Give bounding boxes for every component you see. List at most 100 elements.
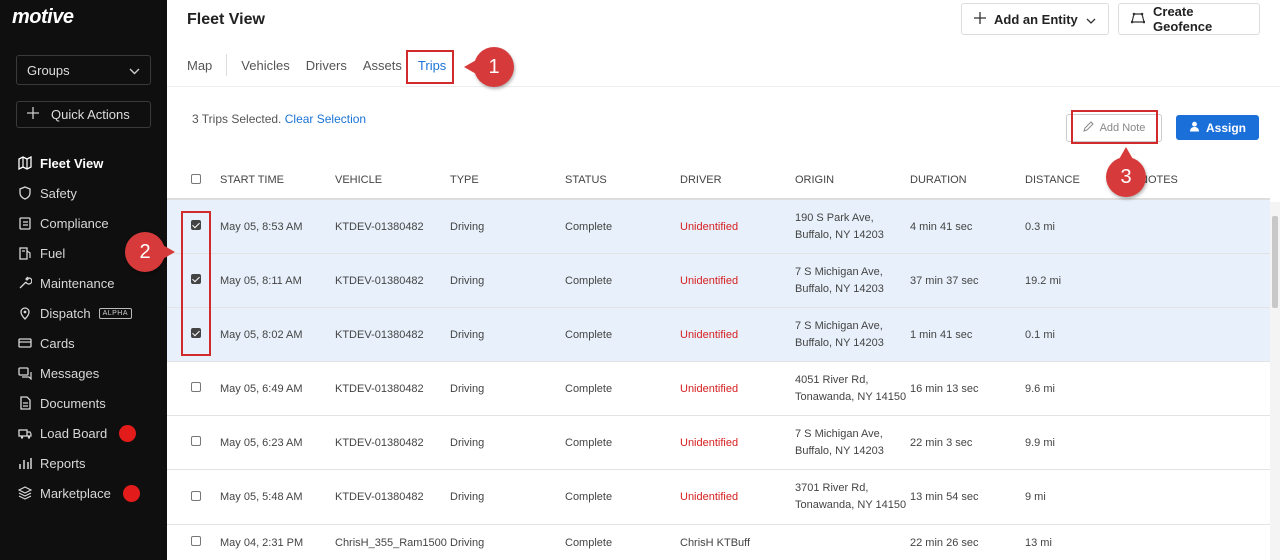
sidebar-item-maintenance[interactable]: Maintenance (0, 268, 167, 298)
column-header-status[interactable]: STATUS (565, 174, 680, 186)
vehicle-cell[interactable]: KTDEV-01380482 (335, 329, 450, 341)
assign-label: Assign (1205, 120, 1246, 135)
sidebar-item-label: Messages (40, 365, 100, 381)
column-header-vehicle[interactable]: VEHICLE (335, 174, 450, 186)
column-header-origin[interactable]: ORIGIN (795, 172, 910, 189)
column-header-duration[interactable]: DURATION (910, 174, 1025, 186)
row-checkbox[interactable] (191, 382, 201, 392)
origin-line-2: Buffalo, NY 14203 (795, 228, 884, 241)
origin-line-1: 4051 River Rd, (795, 373, 869, 386)
origin-line-1: 3701 River Rd, (795, 482, 869, 494)
origin-cell: 7 S Michigan Ave, Buffalo, NY 14203 (795, 264, 910, 298)
assign-button[interactable]: Assign (1176, 115, 1259, 140)
table-row[interactable]: May 05, 8:53 AM KTDEV-01380482 Driving Comp… (167, 200, 1270, 254)
sidebar-item-label: Marketplace (40, 485, 111, 501)
origin-line-2: Buffalo, NY 14203 (795, 444, 884, 457)
status-cell: Complete (565, 536, 613, 549)
origin-line-2: Buffalo, NY 14203 (795, 336, 884, 349)
origin-cell: 3701 River Rd, Tonawanda, NY 14150 (795, 480, 910, 514)
sidebar-item-marketplace[interactable]: Marketplace (0, 478, 167, 508)
annotation-badge-1: 1 (464, 47, 514, 87)
vehicle-cell[interactable]: KTDEV-01380482 (335, 221, 450, 233)
geofence-icon (1130, 12, 1146, 27)
add-entity-label: Add an Entity (994, 11, 1078, 27)
sidebar-item-dispatch[interactable]: Dispatch ALPHA (0, 298, 167, 328)
shield-icon (18, 186, 32, 200)
distance-cell: 9 mi (1025, 491, 1046, 503)
column-header-notes[interactable]: NOTES (1140, 174, 1255, 186)
fuel-icon (18, 246, 32, 260)
tab-drivers[interactable]: Drivers (298, 52, 355, 78)
sidebar-item-documents[interactable]: Documents (0, 388, 167, 418)
clipboard-icon (18, 216, 32, 230)
table-row[interactable]: May 05, 8:02 AM KTDEV-01380482 Driving Comp… (167, 308, 1270, 362)
sidebar-nav: Fleet View Safety Compliance Fuel Maintenanc… (0, 148, 167, 508)
sidebar-item-label: Documents (40, 395, 106, 411)
card-icon (18, 336, 32, 350)
table-row[interactable]: May 05, 8:11 AM KTDEV-01380482 Driving Comp… (167, 254, 1270, 308)
vehicle-cell[interactable]: KTDEV-01380482 (335, 437, 450, 449)
vehicle-cell[interactable]: KTDEV-01380482 (335, 383, 450, 395)
add-entity-button[interactable]: Add an Entity (961, 3, 1109, 35)
driver-cell[interactable]: ChrisH KTBuff (680, 537, 795, 549)
origin-cell: 4051 River Rd, Tonawanda, NY 14150 (795, 372, 910, 406)
clear-selection-link[interactable]: Clear Selection (285, 112, 366, 126)
create-geofence-button[interactable]: Create Geofence (1118, 3, 1260, 35)
origin-cell: 190 S Park Ave, Buffalo, NY 14203 (795, 210, 910, 244)
select-all-checkbox[interactable] (191, 173, 201, 184)
annotation-badge-3: 3 (1106, 147, 1146, 197)
sidebar-item-reports[interactable]: Reports (0, 448, 167, 478)
row-checkbox[interactable] (191, 436, 201, 446)
tab-assets[interactable]: Assets (355, 52, 410, 78)
selection-summary: 3 Trips Selected. Clear Selection (192, 112, 366, 126)
tab-map[interactable]: Map (187, 52, 220, 78)
duration-cell: 22 min 26 sec (910, 536, 979, 549)
driver-cell[interactable]: Unidentified (680, 329, 795, 341)
notification-dot (122, 484, 140, 502)
table-scrollbar[interactable] (1270, 202, 1280, 560)
selection-count: 3 Trips Selected. (192, 112, 282, 126)
row-select-cell (167, 382, 220, 395)
wrench-icon (18, 276, 32, 290)
row-checkbox[interactable] (191, 536, 201, 546)
distance-cell: 0.3 mi (1025, 220, 1055, 233)
start-time-cell: May 05, 8:53 AM (220, 220, 303, 233)
sidebar-item-safety[interactable]: Safety (0, 178, 167, 208)
table-row[interactable]: May 04, 2:31 PM ChrisH_355_Ram1500 Driving… (167, 525, 1270, 560)
scrollbar-thumb[interactable] (1272, 216, 1278, 308)
column-header-start-time[interactable]: START TIME (220, 174, 335, 186)
motive-logo[interactable]: motive (12, 6, 74, 29)
quick-actions-button[interactable]: Quick Actions (16, 101, 151, 128)
page-title: Fleet View (187, 11, 265, 28)
sidebar-item-cards[interactable]: Cards (0, 328, 167, 358)
sidebar-item-load-board[interactable]: Load Board (0, 418, 167, 448)
column-header-type[interactable]: TYPE (450, 174, 565, 186)
driver-cell[interactable]: Unidentified (680, 437, 795, 449)
vehicle-cell[interactable]: KTDEV-01380482 (335, 275, 450, 287)
tab-vehicles[interactable]: Vehicles (233, 52, 297, 78)
driver-cell[interactable]: Unidentified (680, 491, 795, 503)
origin-line-2: Tonawanda, NY 14150 (795, 499, 907, 511)
driver-cell[interactable]: Unidentified (680, 383, 795, 395)
vehicle-cell[interactable]: KTDEV-01380482 (335, 491, 450, 503)
duration-cell: 13 min 54 sec (910, 491, 979, 503)
vehicle-cell[interactable]: ChrisH_355_Ram1500 (335, 537, 450, 549)
driver-cell[interactable]: Unidentified (680, 275, 795, 287)
status-cell: Complete (565, 220, 613, 233)
column-header-driver[interactable]: DRIVER (680, 174, 795, 186)
sidebar-item-messages[interactable]: Messages (0, 358, 167, 388)
type-cell: Driving (450, 536, 485, 549)
table-row[interactable]: May 05, 6:49 AM KTDEV-01380482 Driving Comp… (167, 362, 1270, 416)
sidebar-item-label: Cards (40, 335, 75, 351)
table-row[interactable]: May 05, 6:23 AM KTDEV-01380482 Driving Comp… (167, 416, 1270, 470)
type-cell: Driving (450, 274, 485, 287)
driver-cell[interactable]: Unidentified (680, 221, 795, 233)
row-checkbox[interactable] (191, 490, 201, 501)
origin-line-2: Tonawanda, NY 14150 (795, 390, 907, 403)
groups-dropdown[interactable]: Groups (16, 55, 151, 85)
sidebar-item-fleet-view[interactable]: Fleet View (0, 148, 167, 178)
table-row[interactable]: May 05, 5:48 AM KTDEV-01380482 Driving Comp… (167, 470, 1270, 525)
chat-icon (18, 366, 32, 380)
sidebar-item-label: Dispatch (40, 305, 91, 321)
sidebar-item-label: Load Board (40, 425, 108, 441)
